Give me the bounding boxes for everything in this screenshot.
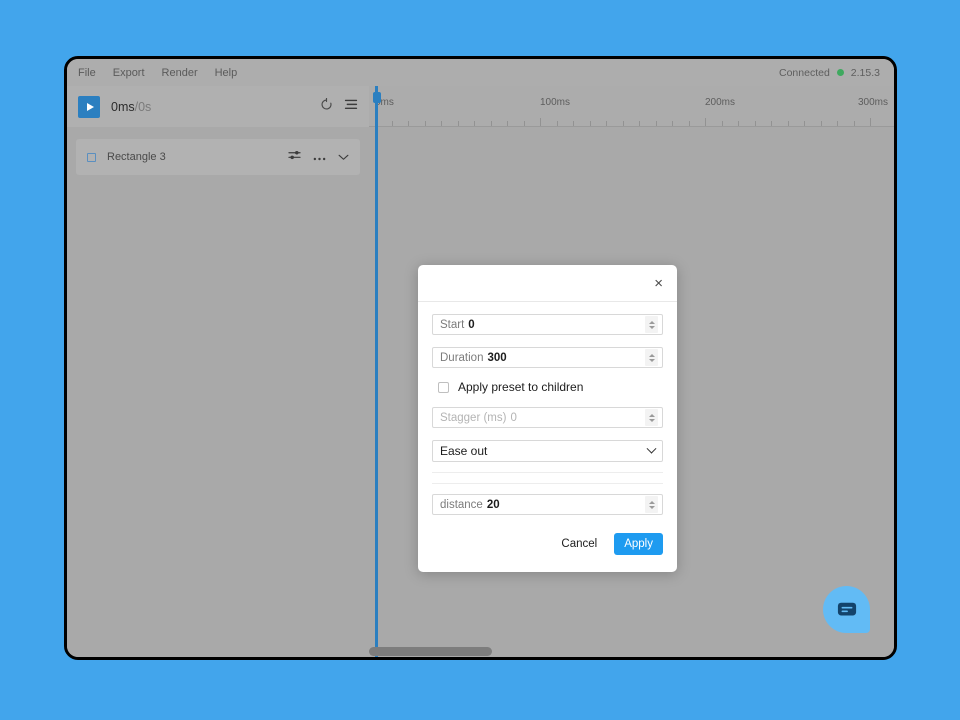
stepper-up-icon[interactable] — [648, 320, 655, 324]
duration-field-label: Duration — [440, 351, 484, 364]
stepper-up-icon — [648, 413, 655, 417]
modal-footer: Cancel Apply — [418, 527, 677, 555]
ellipsis-icon[interactable] — [313, 148, 326, 166]
layer-name-label: Rectangle 3 — [107, 151, 166, 163]
stepper-up-icon[interactable] — [648, 353, 655, 357]
stepper-down-icon[interactable] — [648, 358, 655, 362]
menu-item-export[interactable]: Export — [113, 67, 145, 79]
start-field-stepper[interactable] — [645, 316, 658, 333]
stagger-field: Stagger (ms) 0 — [432, 407, 663, 428]
cancel-button[interactable]: Cancel — [551, 533, 608, 555]
ruler-label-100ms: 100ms — [540, 97, 571, 108]
easing-select[interactable]: Ease out — [432, 440, 663, 462]
stepper-down-icon[interactable] — [648, 505, 655, 509]
chat-button[interactable] — [823, 586, 870, 633]
stagger-field-label: Stagger (ms) — [440, 411, 507, 424]
distance-field-value: 20 — [486, 498, 500, 511]
connection-status-label: Connected — [779, 66, 830, 79]
timeline-ruler[interactable]: 0ms 100ms 200ms 300ms — [369, 86, 894, 127]
apply-preset-to-children-label: Apply preset to children — [458, 380, 584, 394]
play-icon — [86, 102, 94, 111]
modal-divider-top — [432, 472, 663, 473]
close-icon[interactable]: × — [651, 274, 666, 293]
easing-select-value: Ease out — [440, 444, 488, 458]
layer-action-group — [288, 148, 349, 166]
menu-bar: File Export Render Help Connected 2.15.3 — [67, 59, 894, 86]
ruler-label-300ms: 300ms — [857, 97, 888, 108]
modal-header: × — [418, 265, 677, 302]
start-field-label: Start — [440, 318, 465, 331]
app-version-label: 2.15.3 — [850, 66, 880, 79]
preset-settings-modal: × Start 0 Duration 300 Apply preset to c… — [418, 265, 677, 572]
time-display: 0ms/0s — [111, 100, 151, 114]
distance-field-stepper[interactable] — [645, 496, 658, 513]
chevron-down-icon[interactable] — [646, 443, 657, 454]
duration-field-value: 300 — [487, 351, 507, 364]
playhead-knob[interactable] — [372, 92, 381, 103]
duration-field[interactable]: Duration 300 — [432, 347, 663, 368]
menu-item-render[interactable]: Render — [162, 67, 198, 79]
horizontal-scrollbar-thumb[interactable] — [369, 647, 492, 656]
apply-preset-to-children-row[interactable]: Apply preset to children — [438, 380, 663, 394]
current-time-label: 0ms — [111, 99, 135, 114]
ruler-label-200ms: 200ms — [705, 97, 736, 108]
stepper-down-icon — [648, 418, 655, 422]
distance-field[interactable]: distance 20 — [432, 494, 663, 515]
connection-status-dot — [836, 69, 844, 76]
chevron-down-icon[interactable] — [338, 148, 349, 166]
chat-bubble-icon — [837, 602, 856, 615]
stepper-down-icon[interactable] — [648, 325, 655, 329]
menu-item-file[interactable]: File — [78, 67, 96, 79]
loop-icon[interactable] — [320, 97, 333, 116]
rectangle-icon — [87, 152, 96, 162]
total-time-label: /0s — [134, 99, 152, 114]
stagger-field-value: 0 — [510, 411, 517, 424]
menu-item-help[interactable]: Help — [215, 67, 238, 79]
playhead[interactable] — [372, 86, 381, 657]
play-button[interactable] — [78, 95, 100, 118]
stepper-up-icon[interactable] — [648, 500, 655, 504]
start-field[interactable]: Start 0 — [432, 314, 663, 335]
layer-panel: Rectangle 3 — [67, 127, 369, 657]
apply-button[interactable]: Apply — [614, 533, 663, 555]
toolbar-icon-group — [320, 97, 358, 116]
layers-icon[interactable] — [344, 98, 358, 116]
modal-body: Start 0 Duration 300 Apply preset to chi… — [418, 302, 677, 515]
app-window: File Export Render Help Connected 2.15.3… — [64, 56, 897, 660]
connection-status-group: Connected 2.15.3 — [779, 67, 883, 79]
layer-row-rectangle-3[interactable]: Rectangle 3 — [76, 139, 360, 175]
apply-preset-to-children-checkbox[interactable] — [438, 381, 449, 393]
duration-field-stepper[interactable] — [645, 349, 658, 366]
stagger-field-stepper — [645, 409, 658, 426]
modal-divider-bottom — [432, 483, 663, 484]
sliders-icon[interactable] — [288, 148, 301, 166]
distance-field-label: distance — [440, 498, 483, 511]
horizontal-scrollbar[interactable] — [369, 647, 894, 656]
playback-toolbar: 0ms/0s — [67, 86, 369, 127]
start-field-value: 0 — [468, 318, 475, 331]
